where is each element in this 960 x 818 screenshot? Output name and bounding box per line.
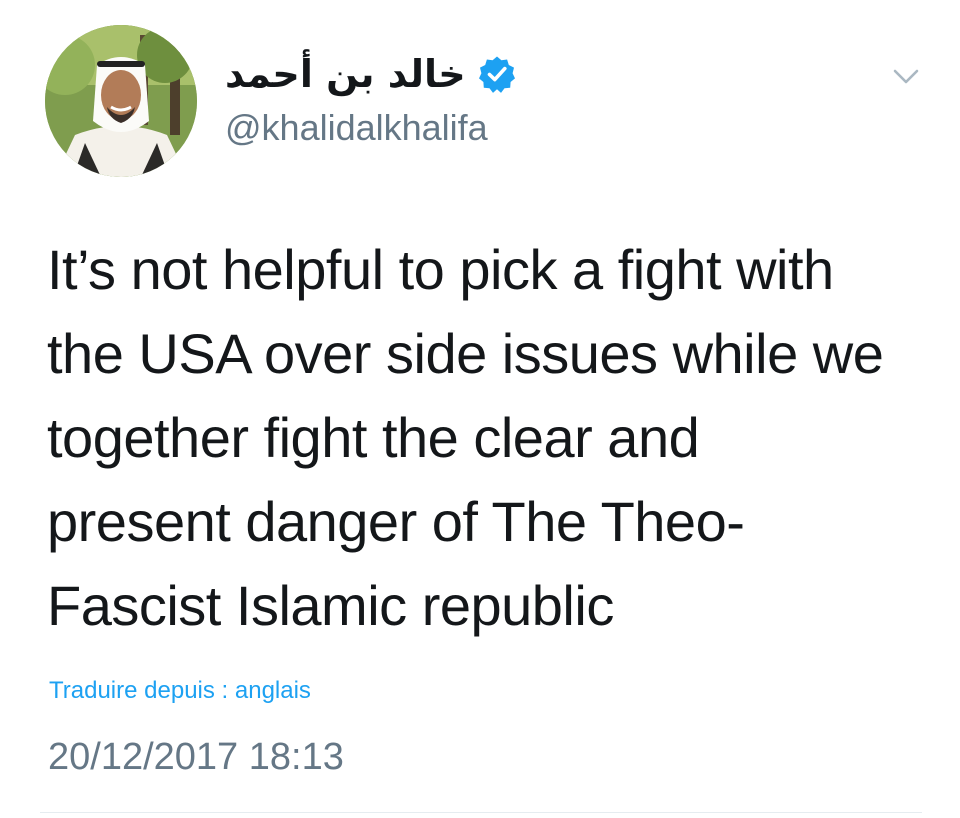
tweet-timestamp[interactable]: 20/12/2017 18:13 — [48, 733, 344, 781]
chevron-down-icon[interactable] — [886, 62, 926, 92]
tweet-text-line: Fascist Islamic republic — [47, 574, 614, 637]
avatar[interactable] — [45, 25, 197, 177]
divider — [40, 812, 922, 813]
tweet-text-line: together fight the clear and — [47, 406, 700, 469]
avatar-photo — [45, 25, 197, 177]
verified-badge-icon — [478, 55, 516, 93]
tweet-text: It’s not helpful to pick a fight with th… — [47, 228, 937, 648]
tweet-text-line: present danger of The Theo- — [47, 490, 745, 553]
tweet-card: خالد بن أحمد @khalidalkhalifa It’s not h… — [0, 0, 960, 818]
name-row: خالد بن أحمد — [225, 44, 845, 104]
user-handle[interactable]: @khalidalkhalifa — [225, 108, 845, 148]
translate-link[interactable]: Traduire depuis : anglais — [49, 675, 311, 707]
display-name[interactable]: خالد بن أحمد — [225, 44, 466, 104]
tweet-text-line: It’s not helpful to pick a fight with — [47, 238, 834, 301]
tweet-text-line: the USA over side issues while we — [47, 322, 884, 385]
author-header: خالد بن أحمد @khalidalkhalifa — [225, 44, 845, 148]
